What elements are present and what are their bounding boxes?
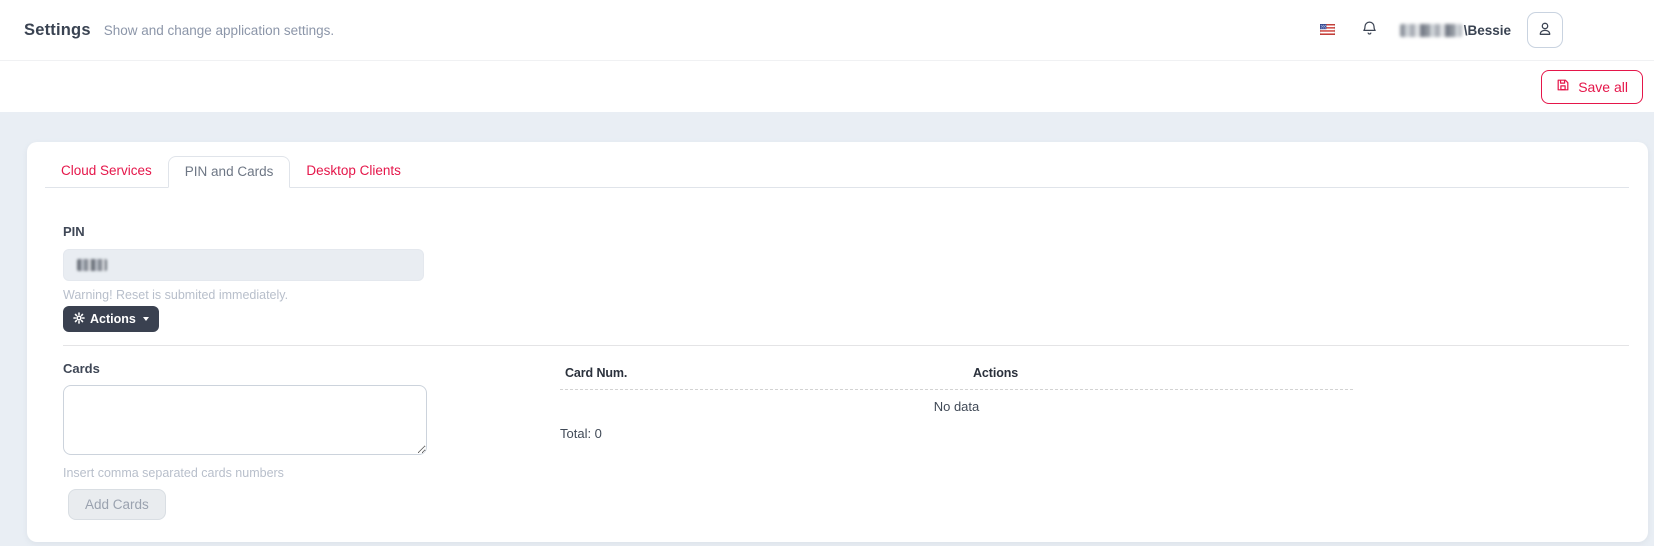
caret-down-icon	[143, 317, 149, 321]
column-header-actions: Actions	[973, 366, 1018, 380]
notifications-button[interactable]	[1361, 20, 1378, 40]
add-cards-button[interactable]: Add Cards	[68, 489, 166, 520]
page-title: Settings	[24, 21, 91, 40]
user-name: \Bessie	[1464, 23, 1511, 38]
tab-pin-and-cards[interactable]: PIN and Cards	[168, 156, 291, 188]
section-divider	[63, 345, 1629, 346]
table-empty-state: No data	[560, 399, 1353, 414]
redacted-pin-value	[77, 259, 107, 271]
page-subtitle: Show and change application settings.	[104, 23, 334, 38]
bell-icon	[1361, 20, 1378, 40]
header-actions: \Bessie	[1320, 12, 1654, 48]
cards-table: Card Num. Actions No data Total: 0	[560, 361, 1353, 520]
save-icon	[1556, 78, 1570, 95]
pin-input[interactable]	[63, 249, 424, 281]
pin-warning-text: Warning! Reset is submited immediately.	[63, 288, 1629, 302]
cards-helper-text: Insert comma separated cards numbers	[63, 466, 427, 480]
tab-cloud-services[interactable]: Cloud Services	[45, 156, 168, 187]
cards-section: Cards Insert comma separated cards numbe…	[63, 361, 1629, 520]
settings-card: Cloud Services PIN and Cards Desktop Cli…	[27, 142, 1648, 542]
table-total: Total: 0	[560, 426, 1353, 441]
column-header-card-num: Card Num.	[560, 366, 973, 380]
us-flag-icon	[1320, 23, 1335, 38]
pin-actions-dropdown-button[interactable]: Actions	[63, 306, 159, 332]
actions-button-label: Actions	[90, 312, 136, 326]
person-icon	[1537, 21, 1553, 40]
pin-label: PIN	[63, 224, 1629, 239]
cards-table-header: Card Num. Actions	[560, 361, 1353, 390]
logged-in-user: \Bessie	[1400, 23, 1511, 38]
language-flag-button[interactable]	[1320, 23, 1335, 38]
cards-form: Cards Insert comma separated cards numbe…	[63, 361, 427, 520]
page-body: Cloud Services PIN and Cards Desktop Cli…	[0, 112, 1654, 546]
save-all-label: Save all	[1578, 79, 1628, 95]
settings-tabs: Cloud Services PIN and Cards Desktop Cli…	[45, 156, 1629, 188]
cards-input-textarea[interactable]	[63, 385, 427, 455]
tab-desktop-clients[interactable]: Desktop Clients	[290, 156, 417, 187]
profile-menu-button[interactable]	[1527, 12, 1563, 48]
redacted-domain	[1400, 24, 1462, 37]
tab-content: PIN Warning! Reset is submited immediate…	[45, 224, 1629, 520]
save-all-button[interactable]: Save all	[1541, 70, 1643, 104]
gear-icon	[73, 312, 85, 327]
action-toolbar: Save all	[0, 61, 1654, 112]
page-header: Settings Show and change application set…	[0, 0, 1654, 61]
cards-label: Cards	[63, 361, 427, 376]
